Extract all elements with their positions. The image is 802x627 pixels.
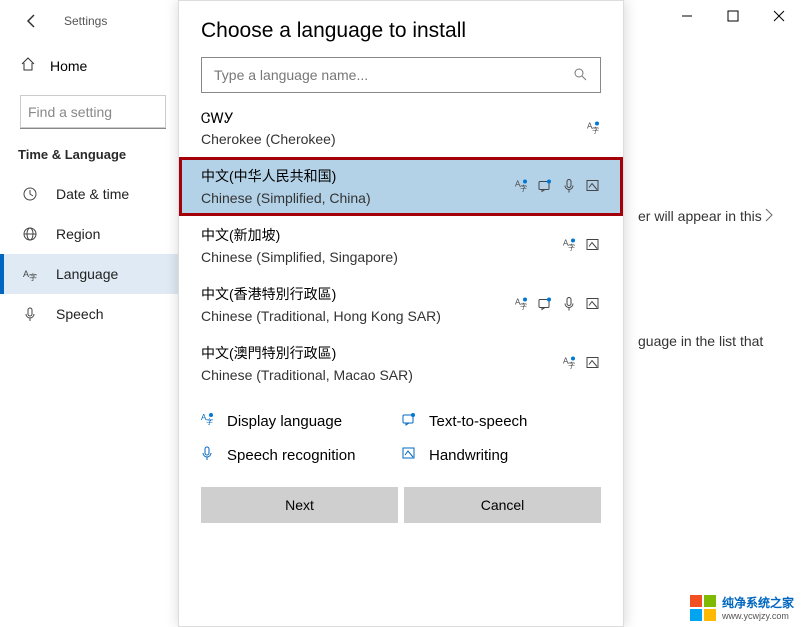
language-native-name: 中文(澳門特別行政區) bbox=[201, 343, 601, 363]
language-english-name: Chinese (Simplified, Singapore) bbox=[201, 249, 601, 265]
watermark-logo-icon bbox=[690, 595, 716, 621]
speech-icon bbox=[561, 177, 577, 196]
window-title: Settings bbox=[64, 14, 107, 28]
hand-icon bbox=[585, 236, 601, 255]
tts-icon bbox=[537, 295, 553, 314]
text-to-speech-icon bbox=[401, 411, 429, 431]
language-native-name: 中文(新加坡) bbox=[201, 225, 601, 245]
sidebar-item-speech[interactable]: Speech bbox=[0, 294, 178, 334]
display-icon: A字 bbox=[513, 177, 529, 196]
tts-icon bbox=[537, 177, 553, 196]
sidebar: Home Find a setting Time & Language Date… bbox=[0, 32, 178, 627]
globe-icon bbox=[20, 226, 40, 242]
bg-hint-2: guage in the list that bbox=[638, 332, 802, 352]
language-list: ᏣᎳᎩCherokee (Cherokee)A字中文(中华人民共和国)Chine… bbox=[179, 101, 623, 393]
sidebar-item-language[interactable]: A字 Language bbox=[0, 254, 178, 294]
sidebar-item-label: Region bbox=[56, 226, 100, 242]
svg-text:字: 字 bbox=[29, 272, 37, 282]
speech-icon bbox=[561, 295, 577, 314]
language-english-name: Cherokee (Cherokee) bbox=[201, 131, 601, 147]
legend-hand: Handwriting bbox=[401, 445, 603, 465]
sidebar-item-label: Speech bbox=[56, 306, 103, 322]
display-icon: A字 bbox=[561, 354, 577, 373]
language-option[interactable]: ᏣᎳᎩ Cherokee (Cherokee)A字 bbox=[179, 101, 623, 157]
back-button[interactable] bbox=[18, 7, 46, 35]
speech-recognition-icon bbox=[199, 445, 227, 465]
language-english-name: Chinese (Traditional, Macao SAR) bbox=[201, 367, 601, 383]
section-title: Time & Language bbox=[0, 147, 178, 174]
install-language-dialog: Choose a language to install Type a lang… bbox=[178, 0, 624, 627]
language-native-name: ᏣᎳᎩ bbox=[201, 110, 601, 127]
language-option[interactable]: 中文(新加坡) Chinese (Simplified, Singapore)A字 bbox=[179, 216, 623, 275]
cancel-button[interactable]: Cancel bbox=[404, 487, 601, 523]
hand-icon bbox=[585, 177, 601, 196]
legend-tts: Text-to-speech bbox=[401, 411, 603, 431]
legend-display: A字Display language bbox=[199, 411, 401, 431]
language-feature-icons: A字 bbox=[561, 354, 601, 373]
sidebar-item-label: Language bbox=[56, 266, 118, 282]
home-icon bbox=[20, 56, 36, 75]
clock-icon bbox=[20, 186, 40, 202]
language-feature-icons: A字 bbox=[561, 236, 601, 255]
language-search-placeholder: Type a language name... bbox=[214, 67, 368, 83]
handwriting-icon bbox=[401, 445, 429, 465]
language-search-input[interactable]: Type a language name... bbox=[201, 57, 601, 93]
home-label: Home bbox=[50, 58, 87, 74]
maximize-button[interactable] bbox=[710, 0, 756, 32]
language-feature-icons: A字 bbox=[513, 295, 601, 314]
display-icon: A字 bbox=[561, 236, 577, 255]
display-icon: A字 bbox=[513, 295, 529, 314]
lang-icon: A字 bbox=[20, 266, 40, 282]
svg-text:字: 字 bbox=[206, 417, 213, 426]
watermark-title: 纯净系统之家 bbox=[722, 596, 794, 610]
watermark-url: www.ycwjzy.com bbox=[722, 611, 794, 621]
minimize-button[interactable] bbox=[664, 0, 710, 32]
sidebar-item-date-time[interactable]: Date & time bbox=[0, 174, 178, 214]
language-feature-icons: A字 bbox=[513, 177, 601, 196]
watermark: 纯净系统之家 www.ycwjzy.com bbox=[690, 594, 794, 621]
svg-text:字: 字 bbox=[568, 242, 575, 251]
close-button[interactable] bbox=[756, 0, 802, 32]
svg-text:字: 字 bbox=[592, 126, 599, 135]
hand-icon bbox=[585, 354, 601, 373]
svg-text:字: 字 bbox=[520, 183, 527, 192]
settings-search-input[interactable]: Find a setting bbox=[20, 95, 166, 129]
sidebar-item-label: Date & time bbox=[56, 186, 129, 202]
legend-speech: Speech recognition bbox=[199, 445, 401, 465]
next-button[interactable]: Next bbox=[201, 487, 398, 523]
home-link[interactable]: Home bbox=[0, 42, 178, 89]
search-icon bbox=[572, 66, 588, 85]
language-option[interactable]: 中文(香港特別行政區)Chinese (Traditional, Hong Ko… bbox=[179, 275, 623, 334]
language-feature-icons: A字 bbox=[585, 120, 601, 139]
dialog-title: Choose a language to install bbox=[179, 1, 623, 57]
display-icon: A字 bbox=[585, 120, 601, 139]
display-language-icon: A字 bbox=[199, 411, 227, 431]
svg-text:字: 字 bbox=[520, 301, 527, 310]
language-option[interactable]: 中文(澳門特別行政區) Chinese (Traditional, Macao S… bbox=[179, 334, 623, 393]
mic-icon bbox=[20, 306, 40, 322]
bg-hint-1: er will appear in this bbox=[638, 207, 802, 227]
feature-legend: A字Display language Text-to-speech Speech… bbox=[179, 393, 623, 465]
search-placeholder: Find a setting bbox=[28, 104, 112, 120]
sidebar-item-region[interactable]: Region bbox=[0, 214, 178, 254]
hand-icon bbox=[585, 295, 601, 314]
language-option[interactable]: 中文(中华人民共和国)Chinese (Simplified, China)A字 bbox=[179, 157, 623, 216]
svg-text:字: 字 bbox=[568, 360, 575, 369]
